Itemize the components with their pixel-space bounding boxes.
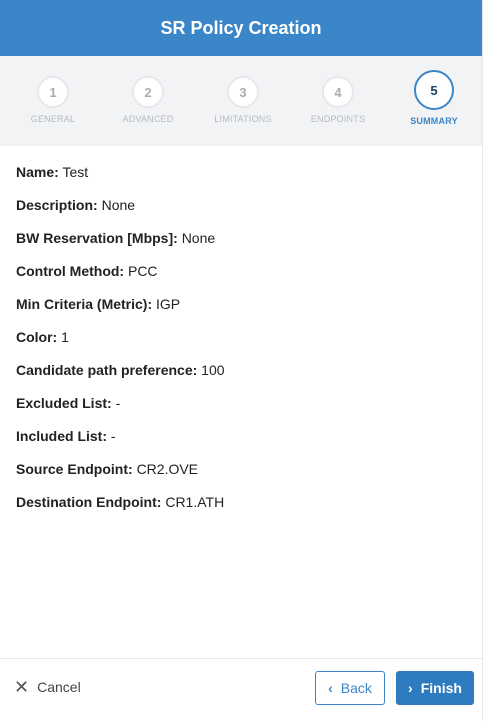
summary-value: CR2.OVE [136,461,199,477]
finish-button[interactable]: › Finish [396,671,474,705]
summary-row-destination-endpoint: Destination Endpoint: CR1.ATH [16,492,466,512]
back-button[interactable]: ‹ Back [315,671,385,705]
cancel-button[interactable]: ✕ Cancel [14,678,81,696]
summary-key: Color: [16,329,58,345]
summary-key: Candidate path preference: [16,362,198,378]
chevron-left-icon: ‹ [328,680,333,696]
summary-key: Control Method: [16,263,125,279]
back-label: Back [340,680,372,696]
summary-value: - [110,428,116,444]
summary-value: 1 [61,329,69,345]
summary-row-candidate-path-preference: Candidate path preference: 100 [16,360,466,380]
step-number: 3 [227,76,259,108]
summary-key: Excluded List: [16,395,112,411]
summary-value: CR1.ATH [165,494,225,510]
step-label: GENERAL [30,114,76,124]
summary-row-color: Color: 1 [16,327,466,347]
close-icon: ✕ [14,677,30,697]
summary-key: Included List: [16,428,107,444]
step-number: 1 [37,76,69,108]
panel-header: SR Policy Creation [0,0,482,56]
step-label: SUMMARY [410,116,458,126]
summary-row-excluded-list: Excluded List: - [16,393,466,413]
step-general[interactable]: 1 GENERAL [13,76,93,124]
summary-list: Name: Test Description: None BW Reservat… [0,146,482,512]
summary-key: Description: [16,197,98,213]
summary-key: Source Endpoint: [16,461,133,477]
summary-key: BW Reservation [Mbps]: [16,230,178,246]
summary-value: Test [62,164,89,180]
summary-key: Name: [16,164,59,180]
summary-value: PCC [127,263,158,279]
summary-row-bw-reservation: BW Reservation [Mbps]: None [16,228,466,248]
step-limitations[interactable]: 3 LIMITATIONS [203,76,283,124]
summary-value: None [181,230,216,246]
finish-label: Finish [420,680,462,696]
step-label: LIMITATIONS [214,114,272,124]
summary-value: 100 [201,362,225,378]
step-summary[interactable]: 5 SUMMARY [394,70,474,126]
cancel-label: Cancel [37,679,81,695]
chevron-right-icon: › [408,680,413,696]
step-number: 4 [322,76,354,108]
summary-value: None [101,197,136,213]
step-number: 5 [414,70,454,110]
sr-policy-panel: SR Policy Creation 1 GENERAL 2 ADVANCED … [0,0,483,721]
step-label: ENDPOINTS [310,114,366,124]
summary-value: - [115,395,121,411]
summary-row-min-criteria: Min Criteria (Metric): IGP [16,294,466,314]
summary-row-control-method: Control Method: PCC [16,261,466,281]
summary-key: Destination Endpoint: [16,494,162,510]
summary-key: Min Criteria (Metric): [16,296,153,312]
panel-title: SR Policy Creation [160,17,322,38]
step-advanced[interactable]: 2 ADVANCED [108,76,188,124]
step-label: ADVANCED [122,114,174,124]
summary-row-description: Description: None [16,195,466,215]
step-endpoints[interactable]: 4 ENDPOINTS [298,76,378,124]
summary-row-included-list: Included List: - [16,426,466,446]
summary-row-source-endpoint: Source Endpoint: CR2.OVE [16,459,466,479]
wizard-stepper: 1 GENERAL 2 ADVANCED 3 LIMITATIONS 4 END… [0,56,482,146]
summary-row-name: Name: Test [16,162,466,182]
wizard-footer: ✕ Cancel ‹ Back › Finish [0,658,482,721]
summary-value: IGP [156,296,181,312]
step-number: 2 [132,76,164,108]
